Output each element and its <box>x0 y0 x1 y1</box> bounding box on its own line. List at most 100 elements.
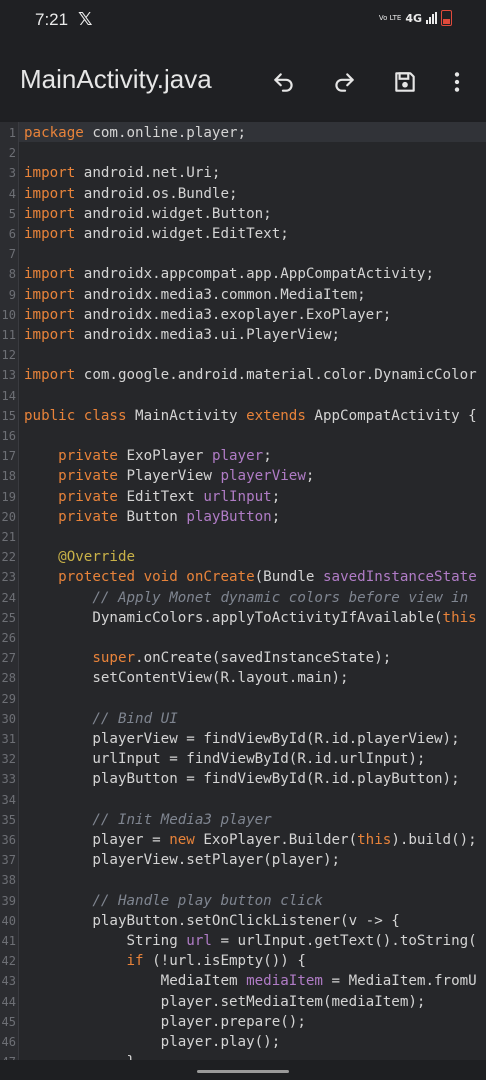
code-line[interactable]: 19 private EditText urlInput; <box>0 487 486 507</box>
code-line[interactable]: 7 <box>0 244 486 264</box>
code-line[interactable]: 37 playerView.setPlayer(player); <box>0 850 486 870</box>
code-text: package com.online.player; <box>24 123 246 143</box>
code-line[interactable]: 21 <box>0 527 486 547</box>
code-line[interactable]: 8 import androidx.appcompat.app.AppCompat… <box>0 264 486 284</box>
code-line[interactable]: 41 String url = urlInput.getText().toStr… <box>0 931 486 951</box>
code-text: @Override <box>24 547 135 567</box>
code-token: playerView.setPlayer(player); <box>24 852 341 869</box>
code-line[interactable]: 13 import com.google.android.material.col… <box>0 365 486 385</box>
line-number: 12 <box>1 348 16 363</box>
code-token: String <box>24 933 187 949</box>
code-text: import androidx.media3.ui.PlayerView; <box>24 325 340 345</box>
code-line[interactable]: 14 <box>0 386 486 406</box>
code-token: import <box>24 286 76 303</box>
code-line[interactable]: 9 import androidx.media3.common.MediaItem… <box>0 285 486 305</box>
code-line[interactable]: 16 <box>0 426 486 446</box>
code-line[interactable]: 47 } <box>0 1052 486 1060</box>
code-token: package <box>24 125 84 141</box>
code-line[interactable]: 4 import android.os.Bundle; <box>0 184 486 204</box>
code-text: playerView.setPlayer(player); <box>24 850 340 870</box>
code-line[interactable]: 6 import android.widget.EditText; <box>0 224 486 244</box>
code-token: android.net.Uri; <box>75 165 221 182</box>
code-line[interactable]: 1 package com.online.player; <box>0 123 486 143</box>
code-line[interactable]: 15 public class MainActivity extends AppC… <box>0 406 486 426</box>
code-line[interactable]: 45 player.prepare(); <box>0 1012 486 1032</box>
code-line[interactable]: 17 private ExoPlayer player; <box>0 446 486 466</box>
code-token: player.play(); <box>24 1034 281 1050</box>
code-line[interactable]: 24 // Apply Monet dynamic colors before … <box>0 588 486 608</box>
code-line[interactable]: 22 @Override <box>0 547 486 567</box>
code-line[interactable]: 35 // Init Media3 player <box>0 810 486 830</box>
code-line[interactable]: 5 import android.widget.Button; <box>0 204 486 224</box>
line-number: 3 <box>8 166 16 181</box>
line-number: 24 <box>1 590 16 605</box>
more-options-button[interactable] <box>441 66 473 98</box>
code-line[interactable]: 27 super.onCreate(savedInstanceState); <box>0 648 486 668</box>
line-number: 1 <box>8 126 16 140</box>
code-token: com.online.player; <box>83 125 247 141</box>
code-token: android.widget.Button; <box>75 205 272 222</box>
code-token: MainActivity <box>126 407 247 424</box>
code-line[interactable]: 31 playerView = findViewById(R.id.player… <box>0 729 486 749</box>
code-line[interactable]: 29 <box>0 689 486 709</box>
code-token: mediaItem <box>246 973 323 990</box>
code-text: player = new ExoPlayer.Builder(this).bui… <box>24 830 477 850</box>
code-line[interactable]: 12 <box>0 345 486 365</box>
code-token: extends <box>246 407 306 424</box>
code-line[interactable]: 44 player.setMediaItem(mediaItem); <box>0 992 486 1012</box>
code-text: import android.widget.EditText; <box>24 224 289 244</box>
line-number: 11 <box>1 328 16 342</box>
code-line[interactable]: 46 player.play(); <box>0 1032 486 1052</box>
code-line[interactable]: 32 urlInput = findViewById(R.id.urlInput… <box>0 749 486 769</box>
code-token: com.google.android.material.color.Dynami… <box>75 367 477 384</box>
code-line[interactable]: 36 player = new ExoPlayer.Builder(this).… <box>0 830 486 850</box>
code-line[interactable]: 3 import android.net.Uri; <box>0 163 486 183</box>
code-token: private <box>24 448 118 465</box>
file-title: MainActivity.java <box>20 64 212 94</box>
code-line[interactable]: 30 // Bind UI <box>0 709 486 729</box>
code-text: super.onCreate(savedInstanceState); <box>24 648 391 668</box>
code-line[interactable]: 20 private Button playButton; <box>0 507 486 527</box>
code-line[interactable]: 18 private PlayerView playerView; <box>0 466 486 486</box>
code-line[interactable]: 43 MediaItem mediaItem = MediaItem.fromU <box>0 971 486 991</box>
code-line[interactable]: 28 setContentView(R.layout.main); <box>0 668 486 688</box>
code-token: ).build(); <box>391 832 477 848</box>
code-text: setContentView(R.layout.main); <box>24 668 348 688</box>
code-line[interactable]: 2 <box>0 143 486 163</box>
code-line[interactable]: 40 playButton.setOnClickListener(v -> { <box>0 911 486 931</box>
code-line[interactable]: 33 playButton = findViewById(R.id.playBu… <box>0 769 486 789</box>
save-button[interactable] <box>389 66 421 98</box>
code-token: if <box>24 953 144 970</box>
code-line[interactable]: 26 <box>0 628 486 648</box>
gesture-handle[interactable] <box>197 1070 289 1073</box>
code-editor[interactable]: 1 package com.online.player; 2 3 import andr… <box>0 122 486 1060</box>
code-token: import <box>24 165 76 182</box>
code-text: private Button playButton; <box>24 507 280 527</box>
code-line[interactable]: 42 if (!url.isEmpty()) { <box>0 951 486 971</box>
undo-button[interactable] <box>268 66 300 98</box>
line-number: 29 <box>1 691 16 706</box>
code-text: import android.widget.Button; <box>24 204 272 224</box>
code-token: import <box>24 266 76 283</box>
code-line[interactable]: 25 DynamicColors.applyToActivityIfAvaila… <box>0 608 486 628</box>
code-token: import <box>24 205 76 222</box>
line-number: 39 <box>1 893 16 908</box>
line-number: 36 <box>1 833 16 847</box>
code-line[interactable]: 34 <box>0 790 486 810</box>
code-line[interactable]: 11 import androidx.media3.ui.PlayerView; <box>0 325 486 345</box>
line-number: 23 <box>1 570 16 585</box>
code-line[interactable]: 39 // Handle play button click <box>0 891 486 911</box>
code-token: @Override <box>58 549 136 566</box>
line-number: 40 <box>1 913 16 928</box>
code-token: playButton <box>186 508 272 525</box>
code-line[interactable]: 38 <box>0 870 486 890</box>
code-text: private EditText urlInput; <box>24 487 280 507</box>
line-number: 13 <box>1 368 16 383</box>
code-line[interactable]: 10 import androidx.media3.exoplayer.ExoPl… <box>0 305 486 325</box>
code-token: playButton.setOnClickListener(v -> { <box>24 912 400 929</box>
line-number: 15 <box>1 408 16 423</box>
code-line[interactable]: 23 protected void onCreate(Bundle savedI… <box>0 567 486 587</box>
code-token: import <box>24 185 76 202</box>
redo-button[interactable] <box>328 66 360 98</box>
line-number: 26 <box>1 631 16 645</box>
